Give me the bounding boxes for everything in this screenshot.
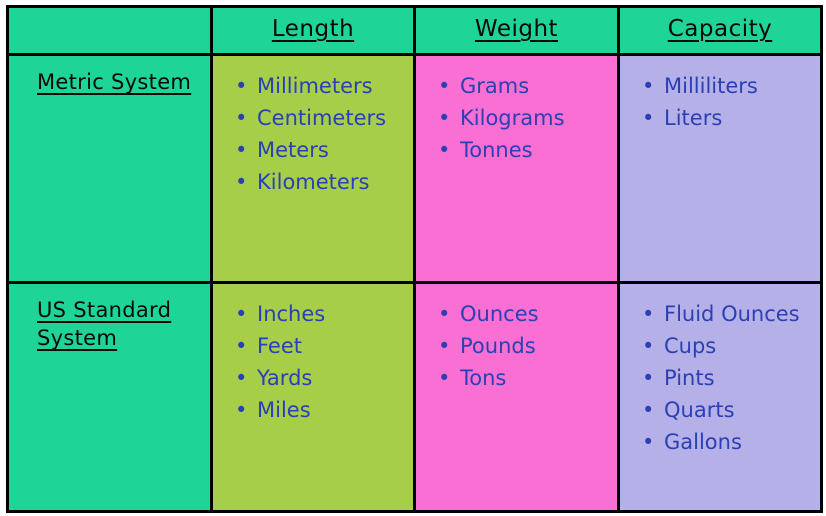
list-item: Cups [642, 330, 814, 362]
list-item: Inches [235, 298, 407, 330]
cell-us-length: Inches Feet Yards Miles [210, 281, 416, 513]
unit-list-us-capacity: Fluid Ounces Cups Pints Quarts Gallons [620, 284, 820, 458]
list-item: Liters [642, 102, 814, 134]
list-item: Miles [235, 394, 407, 426]
row-label-us-standard-system-line2: System [37, 326, 118, 350]
header-label-length: Length [271, 16, 355, 42]
row-label-cell-us-standard-system: US Standard System [6, 281, 213, 513]
header-label-capacity: Capacity [667, 16, 773, 42]
table-row-metric-system: Metric System Millimeters Centimeters Me… [6, 53, 823, 284]
header-cell-capacity: Capacity [617, 5, 823, 56]
header-cell-weight: Weight [413, 5, 620, 56]
list-item: Ounces [438, 298, 611, 330]
table-row-us-standard-system: US Standard System Inches Feet Yards Mil… [6, 281, 823, 513]
list-item: Feet [235, 330, 407, 362]
list-item: Millimeters [235, 70, 407, 102]
unit-list-metric-capacity: Milliliters Liters [620, 56, 820, 134]
list-item: Tons [438, 362, 611, 394]
unit-list-metric-weight: Grams Kilograms Tonnes [416, 56, 617, 166]
row-label-us-standard-system: US Standard System [9, 284, 210, 352]
row-label-cell-metric-system: Metric System [6, 53, 213, 284]
row-label-metric-system: Metric System [9, 56, 210, 96]
row-label-metric-system-line1: Metric System [37, 70, 192, 94]
list-item: Gallons [642, 426, 814, 458]
measurement-table-container: Length Weight Capacity Metric System • M… [0, 0, 826, 516]
unit-list-us-weight: Ounces Pounds Tons [416, 284, 617, 394]
row-label-us-standard-system-line1: US Standard [37, 298, 172, 322]
list-item: Milliliters [642, 70, 814, 102]
measurement-systems-table: Length Weight Capacity Metric System • M… [6, 5, 823, 513]
header-cell-length: Length [210, 5, 416, 56]
header-label-weight: Weight [474, 16, 559, 42]
list-item: Yards [235, 362, 407, 394]
list-item: Quarts [642, 394, 814, 426]
list-item: Fluid Ounces [642, 298, 814, 330]
unit-list-us-length: Inches Feet Yards Miles [213, 284, 413, 426]
cell-metric-capacity: Milliliters Liters [617, 53, 823, 284]
list-item: Kilometers [235, 166, 407, 198]
list-item: Kilograms [438, 102, 611, 134]
list-item: Grams [438, 70, 611, 102]
list-item: Meters [235, 134, 407, 166]
cell-us-weight: Ounces Pounds Tons [413, 281, 620, 513]
table-header-row: Length Weight Capacity [6, 5, 823, 56]
list-item: Tonnes [438, 134, 611, 166]
cell-metric-weight: Grams Kilograms Tonnes [413, 53, 620, 284]
unit-list-metric-length: Millimeters Centimeters Meters Kilometer… [213, 56, 413, 198]
header-corner-cell [6, 5, 213, 56]
cell-metric-length: Millimeters Centimeters Meters Kilometer… [210, 53, 416, 284]
cell-us-capacity: Fluid Ounces Cups Pints Quarts Gallons [617, 281, 823, 513]
list-item: Pints [642, 362, 814, 394]
list-item: Pounds [438, 330, 611, 362]
list-item: Centimeters [235, 102, 407, 134]
